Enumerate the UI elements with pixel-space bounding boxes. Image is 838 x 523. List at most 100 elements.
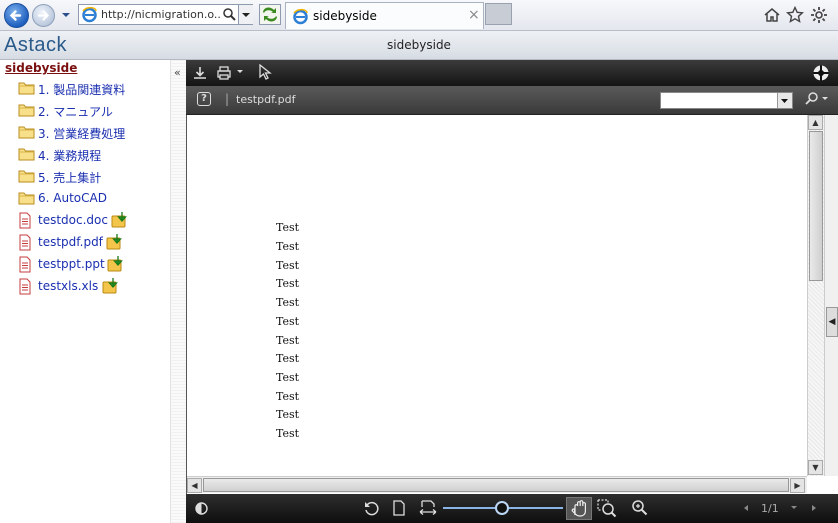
previous-page-icon[interactable]: [742, 504, 750, 512]
scroll-left-button[interactable]: ◀: [187, 478, 202, 493]
content-line: Test: [276, 259, 300, 272]
content-line: Test: [276, 221, 300, 234]
side-panel-strip: ◀: [824, 115, 838, 476]
document-page[interactable]: Test Test Test Test Test Test Test Test …: [187, 115, 807, 476]
page-indicator: 1/1: [761, 502, 779, 515]
folder-icon: [18, 80, 35, 95]
file-label[interactable]: testxls.xls: [38, 279, 98, 293]
new-tab-button[interactable]: [485, 3, 512, 25]
ie-logo-icon: [292, 8, 309, 25]
file-label[interactable]: testdoc.doc: [38, 213, 108, 227]
vertical-scrollbar[interactable]: ▲ ▼: [807, 115, 824, 476]
back-button[interactable]: [4, 3, 29, 28]
refresh-arrows-icon: [263, 7, 277, 22]
select-pointer-icon[interactable]: [258, 64, 272, 81]
close-tab-icon[interactable]: ×: [468, 7, 480, 23]
download-icon[interactable]: [111, 211, 130, 229]
page-title: sidebyside: [387, 38, 451, 52]
contrast-icon[interactable]: [195, 502, 208, 515]
print-menu-chevron-icon[interactable]: [236, 69, 244, 75]
content-line: Test: [276, 315, 300, 328]
page-select-dropdown[interactable]: [660, 92, 793, 109]
zoom-slider-handle[interactable]: [495, 501, 509, 515]
folder-icon: [18, 124, 35, 139]
fit-width-icon[interactable]: [419, 500, 437, 517]
print-icon[interactable]: [216, 65, 232, 81]
arrow-left-icon: [9, 10, 22, 21]
folder-label[interactable]: 4. 業務規程: [38, 147, 101, 164]
download-icon[interactable]: [102, 277, 121, 295]
next-page-icon[interactable]: [810, 504, 818, 512]
single-page-icon[interactable]: [393, 500, 405, 516]
folder-label[interactable]: 5. 売上集計: [38, 169, 101, 186]
history-dropdown-button[interactable]: [60, 8, 72, 22]
app-header: Astack sidebyside: [0, 31, 838, 60]
home-icon[interactable]: [763, 6, 781, 24]
content-line: Test: [276, 371, 300, 384]
content-line: Test: [276, 277, 300, 290]
content-line: Test: [276, 240, 300, 253]
content-line: Test: [276, 352, 300, 365]
viewer-toolbar: [186, 60, 838, 86]
scroll-right-button[interactable]: ▶: [790, 478, 805, 493]
tab-title: sidebyside: [313, 9, 377, 23]
download-icon[interactable]: [192, 65, 208, 81]
content-line: Test: [276, 334, 300, 347]
browser-tab[interactable]: sidebyside ×: [285, 2, 484, 29]
horizontal-scroll-thumb[interactable]: [203, 478, 789, 492]
ie-logo-icon: [81, 6, 98, 23]
folder-icon: [18, 102, 35, 117]
page-menu-chevron-icon[interactable]: [790, 504, 798, 512]
folder-label[interactable]: 1. 製品関連資料: [38, 81, 125, 98]
expand-panel-button[interactable]: ◀: [826, 307, 838, 337]
scroll-up-button[interactable]: ▲: [808, 115, 823, 130]
zoom-rect-icon[interactable]: [597, 499, 617, 518]
download-icon[interactable]: [106, 233, 125, 251]
folder-icon: [18, 168, 35, 183]
hand-icon: [571, 500, 586, 517]
browser-toolbar: http://nicmigration.o... sidebyside ×: [0, 0, 838, 31]
document-icon: [18, 278, 32, 295]
content-line: Test: [276, 408, 300, 421]
file-label[interactable]: testppt.ppt: [38, 257, 105, 271]
viewer-logo-icon: [812, 64, 830, 82]
chevron-down-icon: [62, 13, 70, 17]
pan-tool-button[interactable]: [566, 497, 592, 520]
content-line: Test: [276, 390, 300, 403]
folder-icon: [18, 190, 35, 205]
viewer-bottom-toolbar: 1/1: [186, 494, 838, 523]
forward-button[interactable]: [32, 4, 55, 27]
address-dropdown-button[interactable]: [238, 5, 253, 24]
scroll-down-button[interactable]: ▼: [808, 460, 823, 475]
download-icon[interactable]: [107, 255, 126, 273]
find-icon[interactable]: [803, 91, 829, 107]
gear-icon[interactable]: [810, 6, 828, 24]
chevron-down-icon: [242, 13, 250, 17]
rotate-icon[interactable]: [364, 501, 379, 516]
collapse-sidebar-button[interactable]: «: [174, 66, 181, 79]
vertical-scroll-thumb[interactable]: [809, 131, 823, 281]
document-icon: [18, 212, 32, 229]
address-bar[interactable]: http://nicmigration.o...: [78, 4, 253, 25]
horizontal-scrollbar[interactable]: ◀ ▶: [187, 476, 807, 493]
sidebar-root-link[interactable]: sidebyside: [5, 61, 77, 75]
separator: |: [225, 92, 230, 106]
document-bar: ? | testpdf.pdf: [186, 86, 838, 115]
folder-label[interactable]: 2. マニュアル: [38, 103, 113, 120]
content-line: Test: [276, 427, 300, 440]
favorites-star-icon[interactable]: [786, 6, 804, 24]
chevron-down-icon[interactable]: [777, 93, 792, 108]
compatibility-view-button[interactable]: [259, 4, 281, 25]
folder-label[interactable]: 3. 営業経費処理: [38, 125, 125, 142]
folder-label[interactable]: 6. AutoCAD: [38, 191, 107, 205]
arrow-right-icon: [37, 10, 50, 21]
document-icon: [18, 256, 32, 273]
file-label[interactable]: testpdf.pdf: [38, 235, 103, 249]
sidebar-splitter[interactable]: [170, 60, 187, 523]
address-text[interactable]: http://nicmigration.o...: [101, 8, 221, 21]
search-icon[interactable]: [222, 7, 237, 22]
folder-icon: [18, 146, 35, 161]
zoom-in-icon[interactable]: [631, 499, 649, 517]
help-icon[interactable]: ?: [197, 92, 211, 106]
document-name: testpdf.pdf: [236, 93, 296, 106]
